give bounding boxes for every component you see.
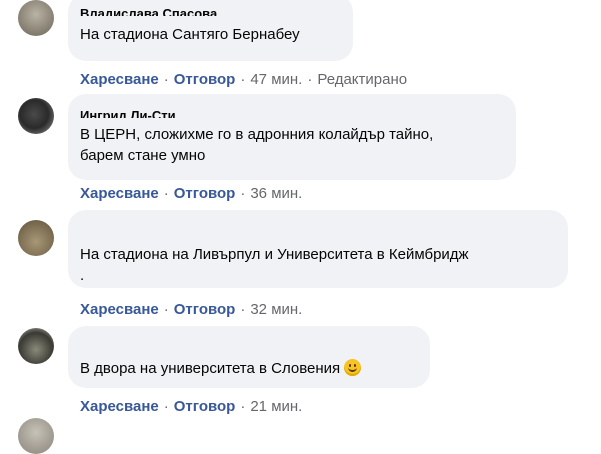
separator: · bbox=[240, 71, 246, 88]
separator: · bbox=[163, 398, 169, 415]
separator: · bbox=[240, 398, 246, 415]
avatar[interactable] bbox=[18, 220, 54, 256]
comment-author[interactable]: Ингрид Ли-Сти bbox=[80, 108, 504, 118]
timestamp[interactable]: 32 мин. bbox=[250, 301, 302, 318]
comment-text-content: В двора на университета в Словения bbox=[80, 360, 341, 377]
comment-bubble: Ингрид Ли-Сти В ЦЕРН, сложихме го в адро… bbox=[68, 94, 516, 180]
separator: · bbox=[240, 185, 246, 202]
comment-author[interactable] bbox=[80, 222, 556, 232]
comment-text: В ЦЕРН, сложихме го в адронния колайдър … bbox=[80, 126, 434, 164]
reply-button[interactable]: Отговор bbox=[174, 71, 236, 88]
like-button[interactable]: Харесване bbox=[80, 398, 159, 415]
edited-label[interactable]: Редактирано bbox=[317, 71, 407, 88]
timestamp[interactable]: 21 мин. bbox=[250, 398, 302, 415]
avatar[interactable] bbox=[18, 328, 54, 364]
comment-actions: Харесване · Отговор · 47 мин. · Редактирано bbox=[80, 70, 407, 90]
separator: · bbox=[163, 301, 169, 318]
avatar[interactable] bbox=[18, 0, 54, 36]
like-button[interactable]: Харесване bbox=[80, 71, 159, 88]
comment-bubble: В двора на университета в Словения bbox=[68, 326, 430, 388]
comment-text: На стадиона на Ливърпул и Университета в… bbox=[80, 246, 469, 284]
comment-author[interactable] bbox=[80, 336, 418, 346]
comment-author[interactable]: Владислава Спасова bbox=[80, 6, 341, 16]
like-button[interactable]: Харесване bbox=[80, 301, 159, 318]
timestamp[interactable]: 47 мин. bbox=[250, 71, 302, 88]
comment-text: На стадиона Сантяго Бернабеу bbox=[80, 26, 300, 43]
avatar[interactable] bbox=[18, 418, 54, 454]
comment-bubble: Владислава Спасова На стадиона Сантяго Б… bbox=[68, 0, 353, 61]
separator: · bbox=[163, 71, 169, 88]
reply-button[interactable]: Отговор bbox=[174, 398, 236, 415]
separator: · bbox=[163, 185, 169, 202]
reply-button[interactable]: Отговор bbox=[174, 185, 236, 202]
like-button[interactable]: Харесване bbox=[80, 185, 159, 202]
comment-bubble: На стадиона на Ливърпул и Университета в… bbox=[68, 210, 568, 288]
comment-actions: Харесване · Отговор · 21 мин. bbox=[80, 397, 302, 417]
smiley-face-icon bbox=[344, 359, 362, 376]
comment-text: В двора на университета в Словения bbox=[80, 358, 418, 379]
separator: · bbox=[240, 301, 246, 318]
separator: · bbox=[307, 71, 313, 88]
comment-actions: Харесване · Отговор · 36 мин. bbox=[80, 184, 302, 204]
comment-actions: Харесване · Отговор · 32 мин. bbox=[80, 300, 302, 320]
reply-button[interactable]: Отговор bbox=[174, 301, 236, 318]
timestamp[interactable]: 36 мин. bbox=[250, 185, 302, 202]
avatar[interactable] bbox=[18, 98, 54, 134]
